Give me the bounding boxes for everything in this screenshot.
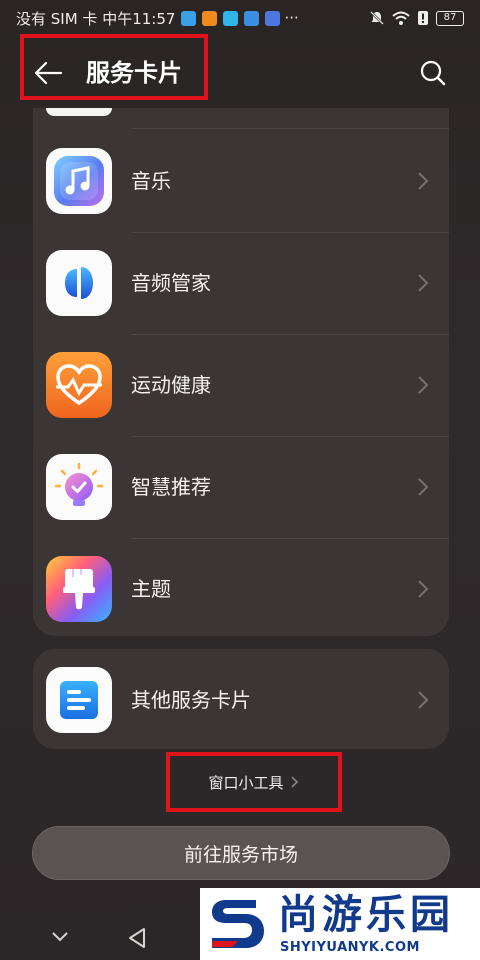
more-notifications: ··· [284, 9, 299, 27]
wifi-icon [392, 11, 410, 25]
mute-bell-icon [370, 11, 384, 25]
list-item-music[interactable]: 音乐 [33, 130, 449, 232]
chevron-right-icon [418, 376, 429, 394]
list-item-other-services[interactable]: 其他服务卡片 [33, 649, 449, 749]
list-item-label: 主题 [131, 577, 171, 601]
chevron-down-icon[interactable] [50, 930, 70, 944]
list-item-audio-manager[interactable]: 音频管家 [33, 232, 449, 334]
list-item-label: 其他服务卡片 [131, 688, 251, 712]
music-note-icon [46, 148, 112, 214]
window-widgets-label: 窗口小工具 [208, 773, 284, 792]
health-heart-icon [46, 352, 112, 418]
chevron-right-icon [418, 478, 429, 496]
page-title: 服务卡片 [86, 59, 182, 87]
watermark-brand: 尚游乐园 [278, 892, 454, 938]
back-button[interactable] [30, 56, 66, 90]
other-services-card: 其他服务卡片 [33, 649, 449, 749]
list-item-label: 智慧推荐 [131, 475, 211, 499]
brand-logo-icon [212, 900, 264, 948]
services-card: 音乐 音频管家 运动健康 智慧推荐 主题 [33, 108, 449, 636]
battery-indicator: 87 [436, 10, 464, 26]
lightbulb-check-icon [46, 454, 112, 520]
status-left: 没有 SIM 卡 中午11:57 ··· [16, 8, 299, 29]
list-item-health[interactable]: 运动健康 [33, 334, 449, 436]
watermark: 尚游乐园 SHYIYUANYK.COM [200, 888, 480, 960]
notification-app-icon [181, 10, 197, 26]
service-market-button[interactable]: 前往服务市场 [32, 826, 450, 880]
list-item-theme[interactable]: 主题 [33, 538, 449, 636]
list-item-smart-recommend[interactable]: 智慧推荐 [33, 436, 449, 538]
audio-manager-icon [46, 250, 112, 316]
chevron-right-icon [418, 172, 429, 190]
nav-back-icon[interactable] [126, 926, 148, 950]
window-widgets-link[interactable]: 窗口小工具 [166, 752, 342, 812]
list-item-label: 音乐 [131, 169, 171, 193]
partial-list-item [46, 108, 112, 116]
chevron-right-icon [418, 274, 429, 292]
alert-icon [418, 11, 428, 25]
search-icon [420, 60, 446, 86]
status-bar: 没有 SIM 卡 中午11:57 ··· 87 [0, 0, 480, 36]
status-right: 87 [369, 10, 464, 26]
notification-app-icon [244, 10, 260, 26]
divider [131, 128, 449, 129]
notification-app-icon [265, 10, 281, 26]
chevron-right-icon [290, 776, 298, 788]
document-icon [46, 667, 112, 733]
chevron-right-icon [418, 580, 429, 598]
notification-app-icon [223, 10, 239, 26]
search-button[interactable] [416, 56, 450, 90]
status-text: 没有 SIM 卡 中午11:57 [16, 9, 176, 28]
list-item-label: 运动健康 [131, 373, 211, 397]
list-item-label: 音频管家 [131, 271, 211, 295]
arrow-left-icon [34, 61, 63, 85]
watermark-url: SHYIYUANYK.COM [280, 940, 420, 955]
chevron-right-icon [418, 691, 429, 709]
paintbrush-icon [46, 556, 112, 622]
notification-app-icon [202, 10, 218, 26]
